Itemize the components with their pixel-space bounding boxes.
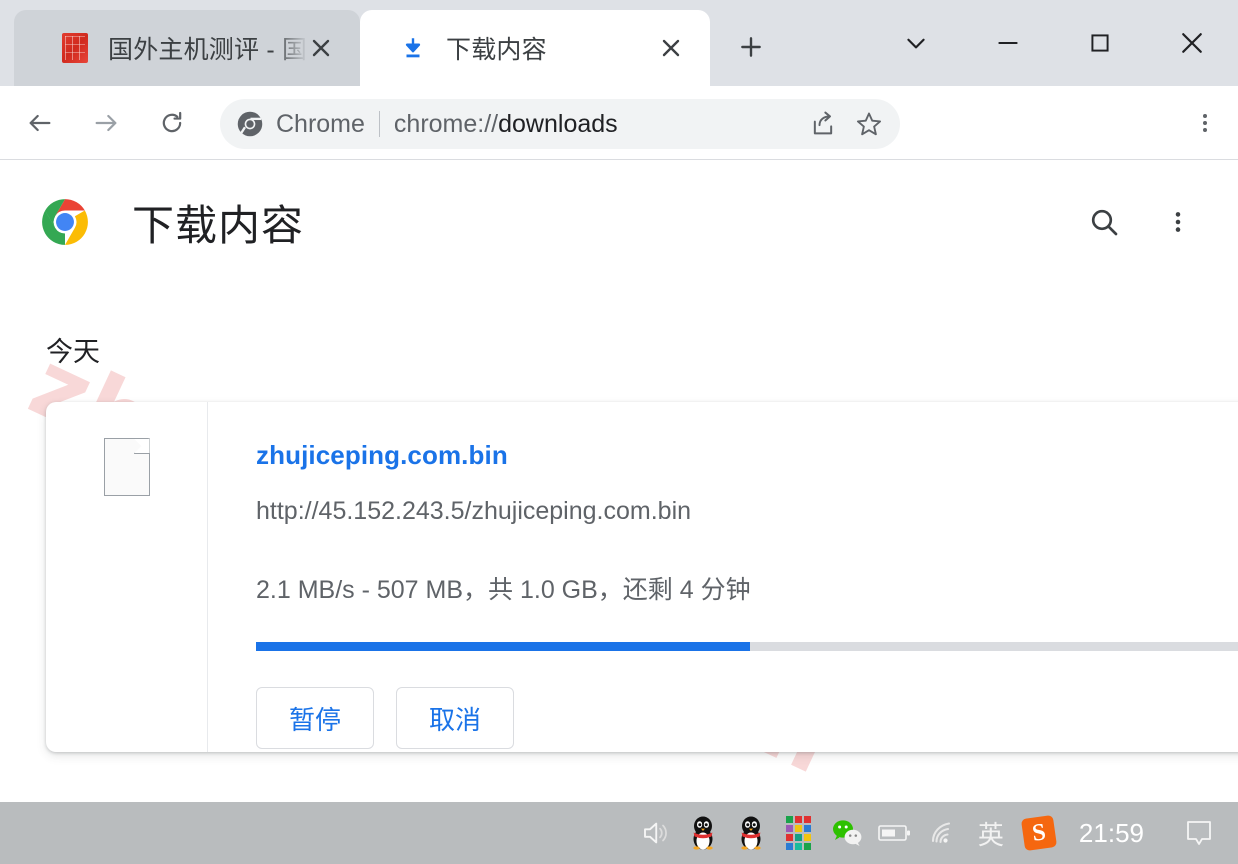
downloads-page: zhujiceping.com 下载内容: [0, 160, 1238, 802]
ime-english-icon[interactable]: 英: [967, 802, 1015, 864]
pause-button[interactable]: 暂停: [256, 687, 374, 749]
download-filename-link[interactable]: zhujiceping.com.bin: [256, 440, 1238, 471]
search-icon[interactable]: [1080, 198, 1128, 246]
qq-icon[interactable]: [727, 802, 775, 864]
share-icon[interactable]: [802, 103, 844, 145]
tab-strip: 国外主机测评 - 国外 下载内容: [0, 0, 1238, 86]
battery-icon[interactable]: [871, 802, 919, 864]
download-item-info: zhujiceping.com.bin http://45.152.243.5/…: [208, 402, 1238, 752]
color-grid-icon[interactable]: [775, 802, 823, 864]
tab-foreign-host-review[interactable]: 国外主机测评 - 国外: [14, 10, 360, 86]
minimize-button[interactable]: [962, 0, 1054, 86]
page-title: 下载内容: [132, 201, 305, 249]
ime-label: 英: [977, 820, 1004, 851]
cancel-button[interactable]: 取消: [396, 687, 514, 749]
download-progress-bar: [256, 642, 1238, 651]
browser-window: 国外主机测评 - 国外 下载内容: [0, 0, 1238, 864]
chrome-logo: [40, 197, 90, 247]
downloads-header-actions: [1080, 198, 1202, 246]
date-group-label: 今天: [46, 337, 100, 367]
browser-toolbar: Chrome chrome://downloads: [0, 86, 1238, 160]
forward-button[interactable]: [80, 97, 132, 149]
star-icon[interactable]: [848, 103, 890, 145]
omnibox-scheme-label: Chrome: [276, 109, 365, 138]
taskbar: 英 S 21:59: [0, 802, 1238, 864]
window-controls: [870, 0, 1238, 86]
new-tab-button[interactable]: [728, 24, 774, 70]
tab-close-button[interactable]: [654, 31, 688, 65]
tab-title: 国外主机测评 - 国外: [108, 36, 308, 64]
download-progress-fill: [256, 642, 750, 651]
download-file-icon-column: [46, 402, 208, 752]
downloads-menu-button[interactable]: [1154, 198, 1202, 246]
reload-button[interactable]: [146, 97, 198, 149]
volume-icon[interactable]: [631, 802, 679, 864]
download-status-text: 2.1 MB/s - 507 MB，共 1.0 GB，还剩 4 分钟: [256, 576, 751, 604]
qq-icon[interactable]: [679, 802, 727, 864]
download-source-url: http://45.152.243.5/zhujiceping.com.bin: [256, 497, 692, 525]
close-button[interactable]: [1146, 0, 1238, 86]
tab-downloads[interactable]: 下载内容: [360, 10, 710, 86]
downloads-header: 下载内容: [0, 182, 1238, 262]
wechat-icon[interactable]: [823, 802, 871, 864]
omnibox-url: chrome://downloads: [394, 110, 618, 139]
tab-title: 下载内容: [446, 36, 547, 64]
sogou-icon[interactable]: S: [1015, 802, 1063, 864]
chrome-icon: [236, 110, 264, 138]
back-button[interactable]: [14, 97, 66, 149]
red-seal-favicon-icon: [60, 33, 90, 63]
address-bar[interactable]: Chrome chrome://downloads: [220, 99, 900, 149]
generic-file-icon: [103, 438, 150, 496]
download-item-card: zhujiceping.com.bin http://45.152.243.5/…: [46, 402, 1238, 752]
notification-icon[interactable]: [1160, 802, 1238, 864]
maximize-button[interactable]: [1054, 0, 1146, 86]
omnibox-separator: [378, 111, 380, 137]
sogou-label: S: [1030, 818, 1048, 847]
download-icon: [398, 33, 428, 63]
browser-menu-button[interactable]: [1182, 100, 1228, 146]
tab-search-button[interactable]: [870, 0, 962, 86]
download-actions: 暂停 取消: [256, 687, 1238, 749]
omnibox-actions: [802, 103, 890, 145]
tab-close-button[interactable]: [304, 31, 338, 65]
wifi-icon[interactable]: [919, 802, 967, 864]
omnibox-url-main: downloads: [498, 109, 618, 138]
system-tray: 英 S 21:59: [631, 802, 1238, 864]
clock[interactable]: 21:59: [1063, 802, 1160, 864]
omnibox-url-prefix: chrome://: [393, 109, 499, 138]
